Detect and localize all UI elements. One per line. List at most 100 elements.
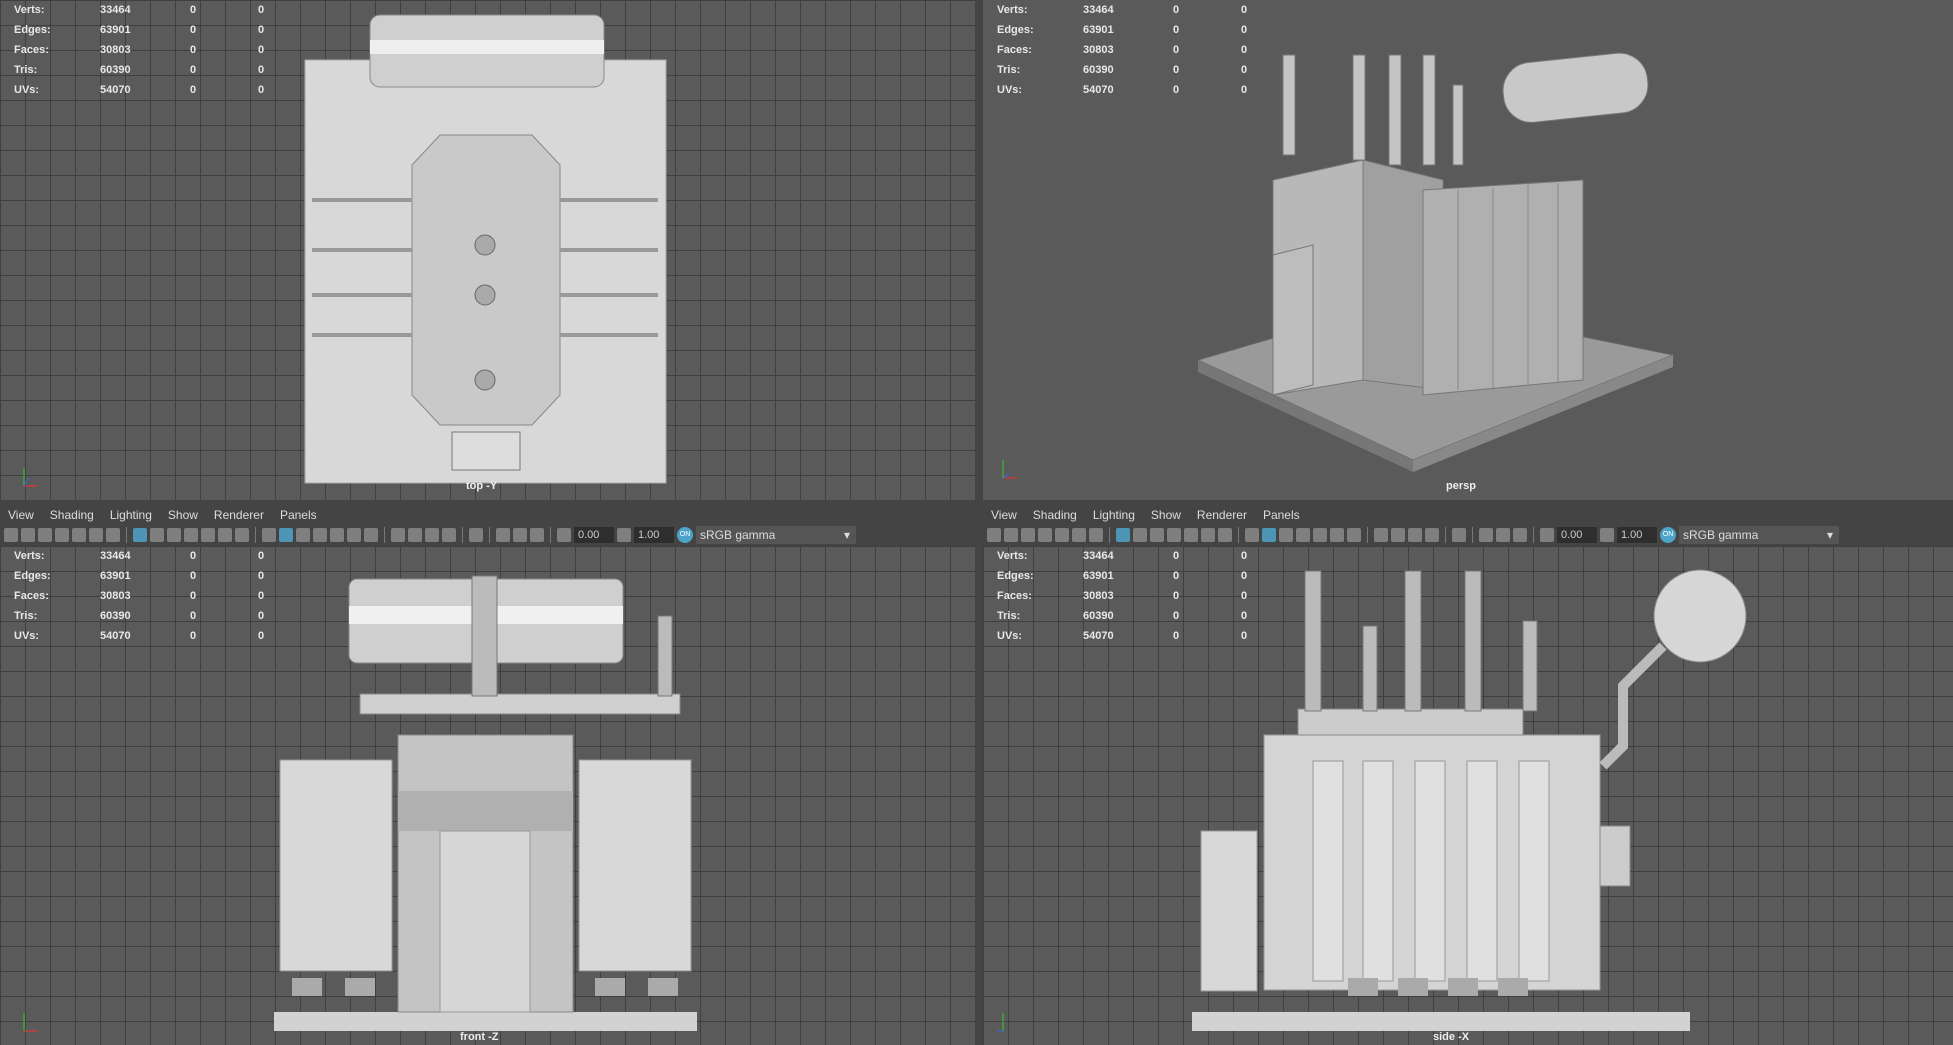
move-icon[interactable]	[89, 528, 103, 542]
wireframe-icon[interactable]	[262, 528, 276, 542]
film-gate-icon[interactable]	[150, 528, 164, 542]
stat-b: 0	[1241, 64, 1248, 76]
safe-title-icon[interactable]	[235, 528, 249, 542]
ssao-icon[interactable]	[1374, 528, 1388, 542]
dof-icon[interactable]	[1425, 528, 1439, 542]
menu-show[interactable]: Show	[160, 508, 206, 522]
viewport-persp[interactable]: Verts: 33464 0 0 Edges: 63901 0 0 Faces: 30803 0 0 T…	[983, 0, 1953, 500]
stat-row: UVs: 54070 0 0	[997, 626, 1309, 646]
paint-icon[interactable]	[1089, 528, 1103, 542]
grid-icon[interactable]	[1116, 528, 1130, 542]
viewport-side[interactable]: Verts: 33464 0 0 Edges: 63901 0 0 Faces: 30803 0 0 T…	[983, 546, 1953, 1045]
gamma-field[interactable]: 1.00	[634, 527, 674, 543]
color-space-dropdown[interactable]: sRGB gamma ▾	[1679, 526, 1839, 544]
move-icon[interactable]	[1072, 528, 1086, 542]
viewport-top[interactable]: Verts: 33464 0 0 Edges: 63901 0 0 Faces: 30803 0 0 T…	[0, 0, 975, 500]
stat-label: Faces:	[14, 590, 49, 602]
menu-show[interactable]: Show	[1143, 508, 1189, 522]
menu-shading[interactable]: Shading	[42, 508, 102, 522]
gamma-icon[interactable]	[1600, 528, 1614, 542]
lock-camera-icon[interactable]	[21, 528, 35, 542]
lights-icon[interactable]	[1330, 528, 1344, 542]
xray-icon[interactable]	[313, 528, 327, 542]
stat-b: 0	[1241, 570, 1248, 582]
stat-a: 0	[1173, 550, 1180, 562]
image-plane-icon[interactable]	[1038, 528, 1052, 542]
color-management-toggle[interactable]: ON	[677, 527, 693, 543]
stat-value: 60390	[100, 610, 131, 622]
wireframe-on-shaded-icon[interactable]	[296, 528, 310, 542]
menu-panels[interactable]: Panels	[272, 508, 325, 522]
isolate-select-icon[interactable]	[469, 528, 483, 542]
color-management-toggle[interactable]: ON	[1660, 527, 1676, 543]
camera-icon[interactable]	[4, 528, 18, 542]
gate-mask-icon[interactable]	[184, 528, 198, 542]
motion-blur-icon[interactable]	[408, 528, 422, 542]
toolbar-divider	[550, 527, 551, 543]
resolution-gate-icon[interactable]	[1150, 528, 1164, 542]
gate-mask-icon[interactable]	[1167, 528, 1181, 542]
panel-menubar-front: View Shading Lighting Show Renderer Panels	[0, 504, 975, 526]
menu-view[interactable]: View	[983, 508, 1025, 522]
motion-blur-icon[interactable]	[1391, 528, 1405, 542]
wireframe-on-shaded-icon[interactable]	[1279, 528, 1293, 542]
camera-icon[interactable]	[987, 528, 1001, 542]
wireframe-icon[interactable]	[1245, 528, 1259, 542]
backface-icon[interactable]	[1496, 528, 1510, 542]
menu-panels[interactable]: Panels	[1255, 508, 1308, 522]
lights-icon[interactable]	[347, 528, 361, 542]
backface-icon[interactable]	[513, 528, 527, 542]
shadows-icon[interactable]	[364, 528, 378, 542]
paint-icon[interactable]	[106, 528, 120, 542]
ssao-icon[interactable]	[391, 528, 405, 542]
dof-icon[interactable]	[442, 528, 456, 542]
shadows-icon[interactable]	[1347, 528, 1361, 542]
menu-lighting[interactable]: Lighting	[102, 508, 160, 522]
grid-icon[interactable]	[133, 528, 147, 542]
select-camera-icon[interactable]	[72, 528, 86, 542]
menu-renderer[interactable]: Renderer	[1189, 508, 1255, 522]
xray-joints-icon[interactable]	[330, 528, 344, 542]
poly-count-hud: Verts: 33464 0 0 Edges: 63901 0 0 Faces: 30803 0 0 T…	[997, 546, 1309, 646]
stat-a: 0	[190, 4, 197, 16]
isolate-select-icon[interactable]	[1452, 528, 1466, 542]
stat-value: 60390	[100, 64, 131, 76]
stat-b: 0	[258, 550, 265, 562]
stat-b: 0	[1241, 24, 1248, 36]
safe-action-icon[interactable]	[218, 528, 232, 542]
exposure-icon[interactable]	[1540, 528, 1554, 542]
bookmark-icon[interactable]	[38, 528, 52, 542]
field-chart-icon[interactable]	[1184, 528, 1198, 542]
textures-icon[interactable]	[530, 528, 544, 542]
xray-joints-icon[interactable]	[1313, 528, 1327, 542]
smooth-shade-icon[interactable]	[1262, 528, 1276, 542]
xray-icon[interactable]	[1296, 528, 1310, 542]
stat-a: 0	[190, 64, 197, 76]
exposure-icon[interactable]	[557, 528, 571, 542]
gamma-field[interactable]: 1.00	[1617, 527, 1657, 543]
menu-view[interactable]: View	[0, 508, 42, 522]
two-side-lighting-icon[interactable]	[1479, 528, 1493, 542]
select-camera-icon[interactable]	[1055, 528, 1069, 542]
smooth-shade-icon[interactable]	[279, 528, 293, 542]
bookmark-icon[interactable]	[1021, 528, 1035, 542]
resolution-gate-icon[interactable]	[167, 528, 181, 542]
image-plane-icon[interactable]	[55, 528, 69, 542]
menu-lighting[interactable]: Lighting	[1085, 508, 1143, 522]
gamma-icon[interactable]	[617, 528, 631, 542]
antialiasing-icon[interactable]	[1408, 528, 1422, 542]
exposure-field[interactable]: 0.00	[1557, 527, 1597, 543]
color-space-dropdown[interactable]: sRGB gamma ▾	[696, 526, 856, 544]
menu-renderer[interactable]: Renderer	[206, 508, 272, 522]
textures-icon[interactable]	[1513, 528, 1527, 542]
safe-title-icon[interactable]	[1218, 528, 1232, 542]
safe-action-icon[interactable]	[1201, 528, 1215, 542]
film-gate-icon[interactable]	[1133, 528, 1147, 542]
exposure-field[interactable]: 0.00	[574, 527, 614, 543]
antialiasing-icon[interactable]	[425, 528, 439, 542]
two-side-lighting-icon[interactable]	[496, 528, 510, 542]
lock-camera-icon[interactable]	[1004, 528, 1018, 542]
field-chart-icon[interactable]	[201, 528, 215, 542]
menu-shading[interactable]: Shading	[1025, 508, 1085, 522]
viewport-front[interactable]: Verts: 33464 0 0 Edges: 63901 0 0 Faces: 30803 0 0 T…	[0, 546, 975, 1045]
